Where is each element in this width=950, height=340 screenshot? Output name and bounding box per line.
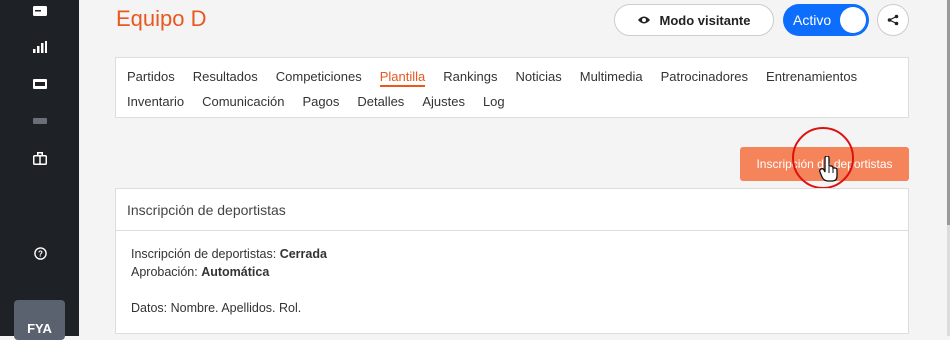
tab-rankings[interactable]: Rankings (443, 69, 497, 87)
eye-icon (638, 16, 651, 24)
tab-noticias[interactable]: Noticias (515, 69, 561, 87)
visitor-mode-label: Modo visitante (659, 12, 751, 28)
ticket-icon[interactable] (31, 75, 49, 93)
page-title: Equipo D (116, 6, 207, 31)
approval-label: Aprobación: (131, 265, 198, 279)
tabs-nav: Partidos Resultados Competiciones Planti… (115, 57, 909, 118)
approval-value: Automática (201, 265, 270, 279)
tab-multimedia[interactable]: Multimedia (580, 69, 643, 87)
tabs-row-2: Inventario Comunicación Pagos Detalles A… (127, 94, 505, 109)
status-value: Cerrada (279, 247, 327, 261)
approval-status: Aprobación: Automática (131, 265, 269, 279)
share-icon (887, 14, 899, 26)
visitor-mode-button[interactable]: Modo visitante (614, 4, 774, 36)
tab-ajustes[interactable]: Ajustes (422, 94, 465, 109)
tabs-row-1: Partidos Resultados Competiciones Planti… (127, 69, 857, 87)
tag-icon[interactable] (31, 112, 49, 130)
tab-detalles[interactable]: Detalles (357, 94, 404, 109)
tab-competiciones[interactable]: Competiciones (276, 69, 362, 87)
registration-card: Inscripción de deportistas Inscripción d… (115, 188, 909, 334)
tab-comunicacion[interactable]: Comunicación (202, 94, 284, 109)
active-toggle-label: Activo (793, 12, 832, 28)
status-label: Inscripción de deportistas: (131, 247, 277, 261)
registration-status: Inscripción de deportistas: Cerrada (131, 247, 327, 261)
svg-text:?: ? (38, 249, 43, 258)
active-toggle[interactable]: Activo (783, 4, 869, 36)
hand-cursor-icon (819, 156, 838, 182)
tab-resultados[interactable]: Resultados (193, 69, 258, 87)
toggle-knob (840, 7, 866, 33)
card-icon[interactable] (31, 2, 49, 20)
tab-patrocinadores[interactable]: Patrocinadores (661, 69, 748, 87)
tab-partidos[interactable]: Partidos (127, 69, 175, 87)
tab-plantilla[interactable]: Plantilla (379, 69, 426, 87)
help-icon[interactable]: ? (31, 244, 49, 262)
tab-log[interactable]: Log (483, 94, 505, 109)
tab-entrenamientos[interactable]: Entrenamientos (766, 69, 857, 87)
avatar[interactable]: FYA (14, 300, 65, 340)
tab-inventario[interactable]: Inventario (127, 94, 184, 109)
card-title: Inscripción de deportistas (116, 189, 908, 231)
tab-pagos[interactable]: Pagos (302, 94, 339, 109)
share-button[interactable] (877, 4, 909, 36)
bar-chart-icon[interactable] (31, 38, 49, 56)
sidebar: ? FYA (0, 0, 79, 340)
briefcase-icon[interactable] (31, 149, 49, 167)
main-content: Equipo D Modo visitante Activo Partidos … (79, 0, 947, 336)
data-fields-line: Datos: Nombre. Apellidos. Rol. (131, 301, 302, 315)
